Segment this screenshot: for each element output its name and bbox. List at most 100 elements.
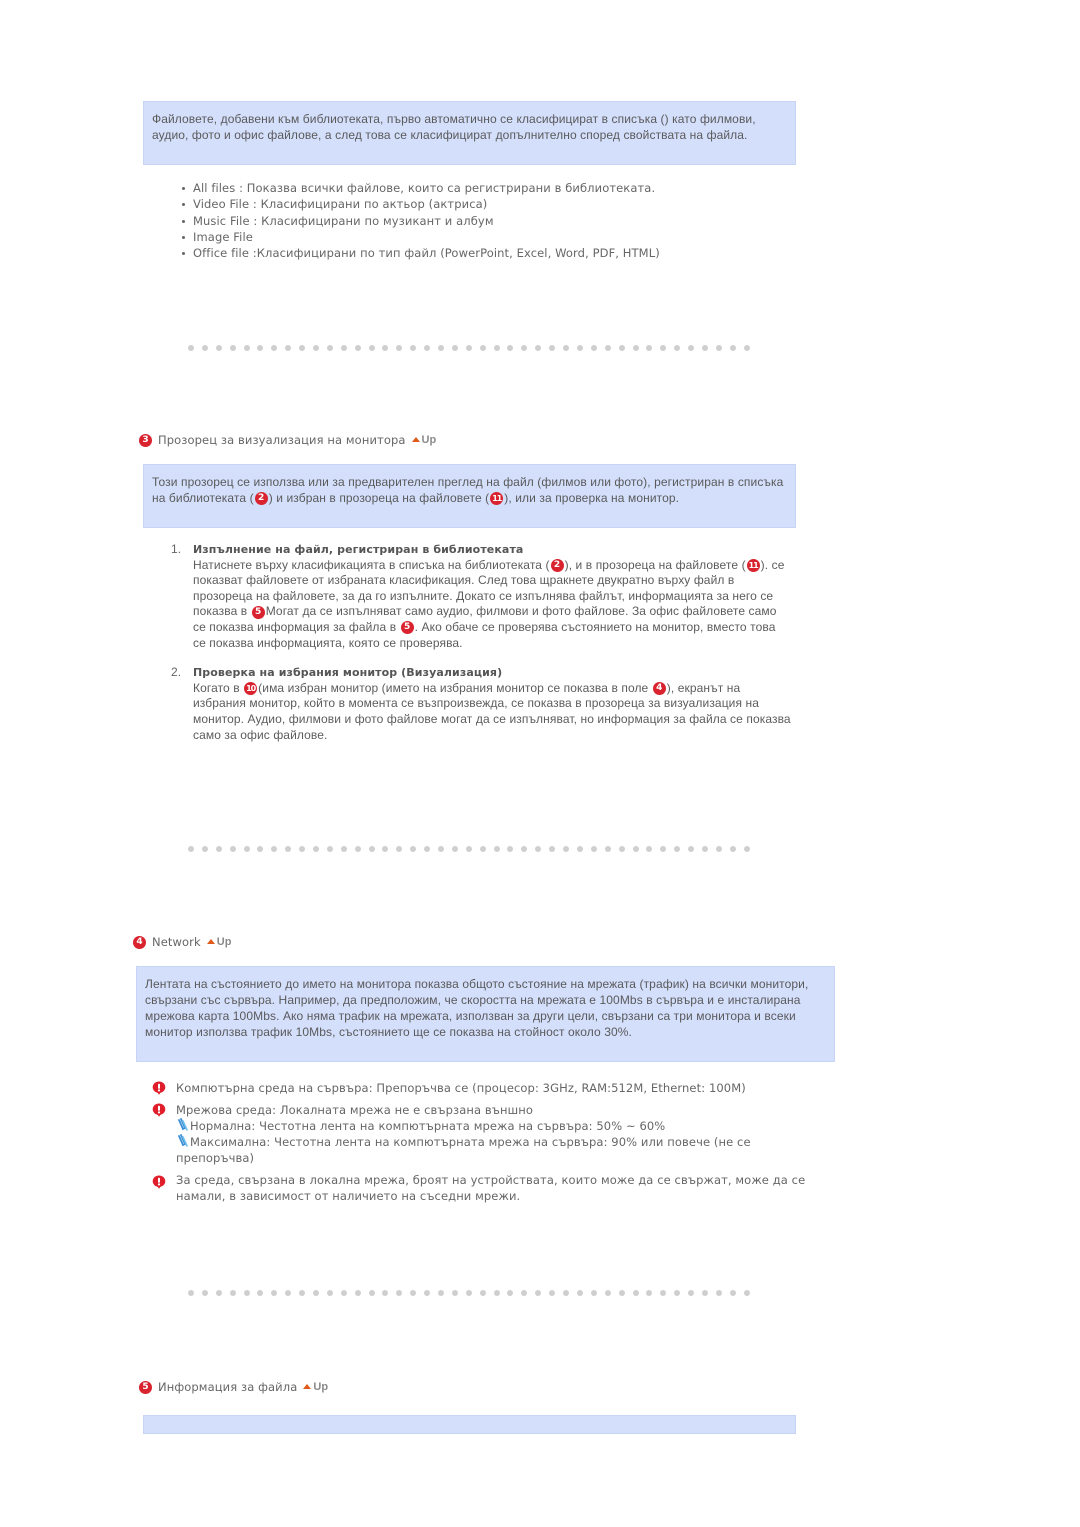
separator-dot: [271, 345, 278, 351]
separator-dot: [340, 345, 347, 351]
number-10-icon: 10: [244, 682, 258, 696]
separator-dot: [285, 345, 292, 351]
separator-dot: [451, 846, 458, 852]
up-link[interactable]: Up: [206, 936, 232, 948]
list-item: Image File: [181, 229, 741, 245]
separator-dot: [618, 846, 625, 852]
list-item: Video File : Класифицирани по актьор (ак…: [181, 196, 741, 212]
separator-dot: [299, 846, 306, 852]
separator-dot: [479, 345, 486, 351]
number-5-icon: 5: [139, 1380, 152, 1394]
separator-dot: [743, 1290, 750, 1296]
separator-dot: [576, 1290, 583, 1296]
separator-dot: [507, 345, 514, 351]
up-label: Up: [313, 1381, 329, 1393]
number-3-icon: 3: [139, 433, 152, 447]
separator-dot: [604, 846, 611, 852]
separator-dot: [188, 345, 194, 351]
warning-item: За среда, свързана в локална мрежа, броя…: [146, 1172, 826, 1204]
monitor-view-steps: 1. Изпълнение на файл, регистриран в биб…: [166, 542, 791, 743]
separator-dot: [451, 345, 458, 351]
separator-dot: [507, 846, 514, 852]
separator-dot: [243, 345, 250, 351]
warning-item: Мрежова среда: Локалната мрежа не е свър…: [146, 1102, 826, 1166]
separator-dot: [229, 846, 236, 852]
separator-dot: [285, 1290, 292, 1296]
separator-dot: [243, 846, 250, 852]
separator-dot: [674, 1290, 681, 1296]
separator-dot: [368, 1290, 375, 1296]
up-arrow-icon: [206, 938, 215, 944]
separator-dot: [507, 1290, 514, 1296]
separator-dot: [438, 846, 445, 852]
separator-dot: [410, 345, 417, 351]
separator-dot: [410, 1290, 417, 1296]
separator-dot: [479, 846, 486, 852]
separator-dot: [701, 1290, 708, 1296]
step-text: Натиснете върху класификацията в списъка…: [193, 557, 550, 572]
step-text: (има избран монитор (името на избрания м…: [258, 680, 652, 695]
separator-dot: [549, 345, 556, 351]
separator-dot: [424, 1290, 431, 1296]
separator-dot: [521, 345, 528, 351]
separator-dot: [535, 1290, 542, 1296]
paperclip-icon: [178, 1134, 188, 1147]
separator-dot: [590, 1290, 597, 1296]
step-title: Изпълнение на файл, регистриран в библио…: [193, 543, 524, 556]
intro-note-box: Файловете, добавени към библиотеката, пъ…: [143, 101, 796, 165]
separator-dot: [590, 345, 597, 351]
separator-dot: [549, 1290, 556, 1296]
separator-dot: [188, 846, 194, 852]
separator-dot: [354, 1290, 361, 1296]
separator-dot: [382, 846, 389, 852]
network-warnings: Компютърна среда на сървъра: Препоръчва …: [146, 1080, 826, 1204]
separator-dot: [396, 1290, 403, 1296]
separator-dot: [729, 1290, 736, 1296]
section-header-file-info: 5 Информация за файла Up: [138, 1380, 328, 1394]
separator-dot: [618, 1290, 625, 1296]
separator-dot: [424, 345, 431, 351]
sub-item: Максимална: Честотна лента на компютърна…: [146, 1134, 826, 1166]
separator-dot: [465, 846, 472, 852]
separator-dot: [215, 345, 222, 351]
paperclip-icon: [178, 1118, 188, 1131]
separator-dot: [215, 846, 222, 852]
separator-dot: [340, 1290, 347, 1296]
sub-item-text: Нормална: Честотна лента на компютърната…: [190, 1119, 666, 1133]
separator-dot: [660, 345, 667, 351]
monitor-view-note-box: Този прозорец се използва или за предвар…: [143, 464, 796, 528]
up-link[interactable]: Up: [411, 434, 437, 446]
separator-dot: [257, 345, 264, 351]
number-11-icon: 11: [490, 492, 504, 506]
separator-dot: [243, 1290, 250, 1296]
separator-dot: [368, 345, 375, 351]
separator-dot: [326, 1290, 333, 1296]
step-number: 1.: [171, 542, 182, 556]
separator-dot: [729, 846, 736, 852]
warning-text: За среда, свързана в локална мрежа, броя…: [176, 1173, 806, 1203]
up-arrow-icon: [411, 436, 420, 442]
separator-dot: [646, 1290, 653, 1296]
section-header-monitor-view: 3 Прозорец за визуализация на монитора U…: [138, 433, 436, 447]
separator-dot: [229, 345, 236, 351]
section-title: Network: [152, 935, 201, 949]
list-item: Music File : Класифицирани по музикант и…: [181, 213, 741, 229]
separator-dot: [465, 345, 472, 351]
up-arrow-icon: [303, 1383, 312, 1389]
number-4-icon: 4: [133, 935, 146, 949]
warning-icon: [152, 1175, 166, 1189]
up-label: Up: [216, 936, 232, 948]
separator-dot: [396, 846, 403, 852]
up-link[interactable]: Up: [303, 1381, 328, 1393]
section-title: Информация за файла: [158, 1380, 298, 1394]
separator-dot: [604, 1290, 611, 1296]
warning-icon: [152, 1103, 166, 1117]
step-item: 1. Изпълнение на файл, регистриран в биб…: [166, 542, 791, 651]
separator-dot: [354, 345, 361, 351]
separator-dot: [257, 1290, 264, 1296]
up-label: Up: [421, 434, 437, 446]
separator-dot: [688, 345, 695, 351]
separator-dot: [313, 846, 320, 852]
separator-dot: [326, 846, 333, 852]
step-text: Когато в: [193, 680, 244, 695]
